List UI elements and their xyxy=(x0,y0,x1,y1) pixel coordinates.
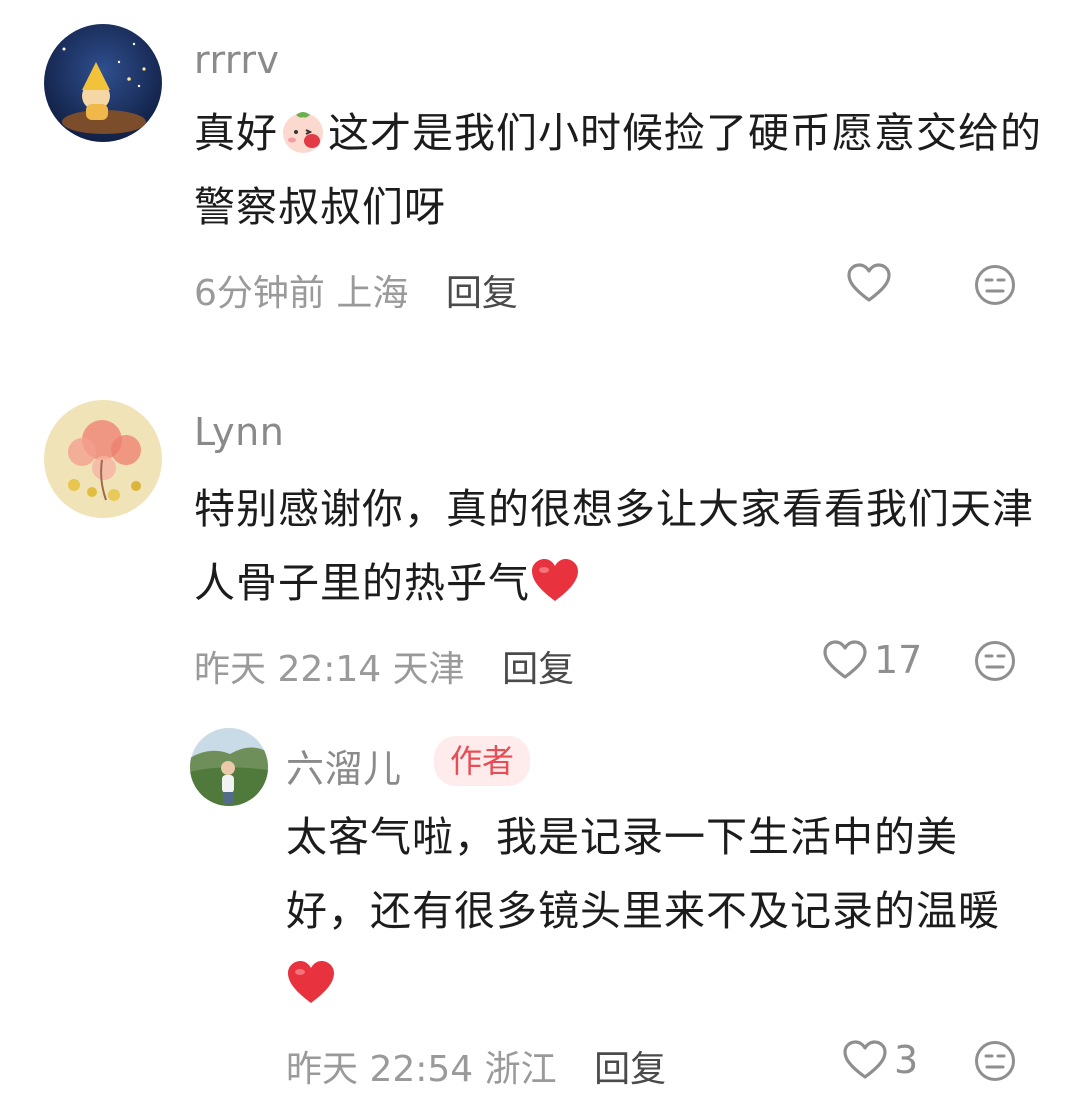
reply-username[interactable]: 六溜儿 xyxy=(286,738,402,793)
reply-time: 昨天 22:54 xyxy=(286,1049,474,1090)
meh-face-icon xyxy=(975,1041,1015,1081)
red-heart-emoji-icon xyxy=(288,961,334,1003)
like-button[interactable]: 3 xyxy=(842,1038,918,1082)
author-badge: 作者 xyxy=(434,736,531,786)
avatar[interactable] xyxy=(190,728,268,806)
like-count: 3 xyxy=(894,1038,919,1082)
reply-location: 浙江 xyxy=(484,1049,557,1090)
reply-button[interactable]: 回复 xyxy=(594,1049,666,1090)
reply-text-part: 太客气啦，我是记录一下生活中的美好，还有很多镜头里来不及记录的温暖 xyxy=(286,813,1000,935)
heart-outline-icon xyxy=(843,1040,887,1079)
reply-text: 太客气啦，我是记录一下生活中的美好，还有很多镜头里来不及记录的温暖 xyxy=(286,800,1036,1022)
reply-meta: 昨天 22:54 浙江 回复 xyxy=(286,1040,666,1092)
dislike-button[interactable] xyxy=(974,1040,1016,1082)
reply-item: 六溜儿 作者 太客气啦，我是记录一下生活中的美好，还有很多镜头里来不及记录的温暖… xyxy=(0,0,1080,1108)
